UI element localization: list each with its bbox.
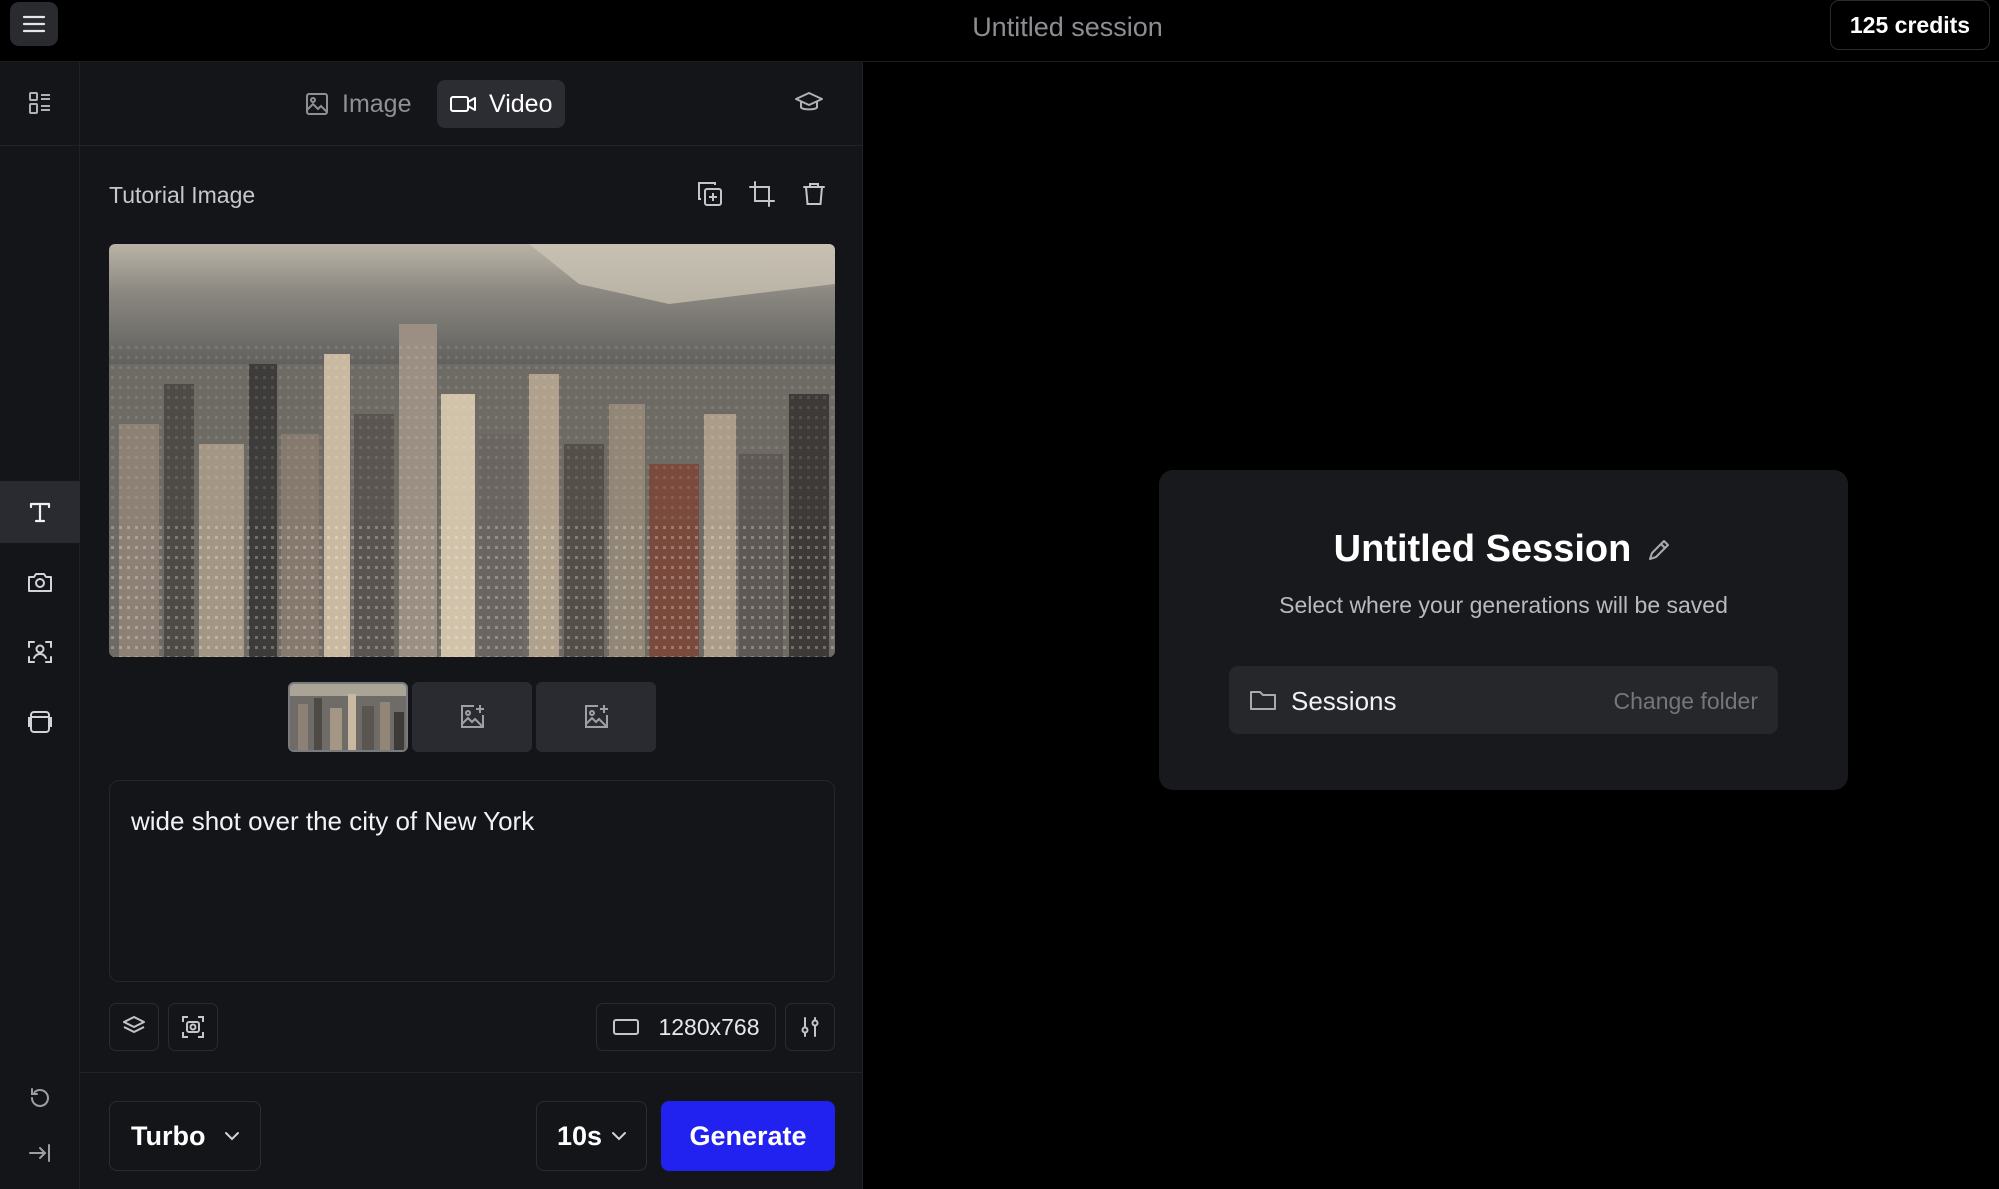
duplicate-button[interactable] [696, 180, 724, 208]
tab-image[interactable]: Image [292, 80, 423, 128]
delete-button[interactable] [800, 180, 828, 208]
folder-selector[interactable]: Sessions Change folder [1229, 666, 1778, 734]
section-title: Tutorial Image [109, 182, 256, 208]
folder-name: Sessions [1291, 686, 1397, 716]
thumbnail-selected-image[interactable] [288, 682, 408, 752]
aspect-ratio-icon [613, 1019, 640, 1035]
resolution-value: 1280x768 [658, 1013, 760, 1040]
collapse-panel-icon [29, 1144, 50, 1162]
duplicate-icon [698, 182, 722, 206]
undo-button[interactable] [0, 1067, 80, 1129]
text-icon [29, 502, 51, 523]
chevron-down-icon [225, 1132, 240, 1141]
face-scan-icon [28, 641, 52, 663]
crop-button[interactable] [748, 180, 776, 208]
undo-icon [31, 1088, 49, 1107]
trash-icon [803, 183, 825, 205]
rail-item-frames[interactable] [0, 691, 80, 753]
tab-image-label: Image [342, 89, 412, 118]
session-card-title-row: Untitled Session [1159, 528, 1848, 571]
folder-icon [1250, 691, 1276, 710]
capture-button[interactable] [168, 1003, 218, 1051]
model-value: Turbo [131, 1120, 206, 1151]
pencil-icon[interactable] [1645, 536, 1673, 564]
camera-icon [28, 573, 52, 592]
session-title[interactable]: Untitled session [0, 12, 1999, 43]
rail-item-camera[interactable] [0, 551, 80, 613]
layout-button[interactable] [0, 72, 80, 134]
graduation-cap-icon [795, 92, 823, 111]
add-image-icon [585, 705, 608, 728]
top-bar: Untitled session 125 credits [0, 0, 1999, 62]
frames-icon [28, 711, 52, 733]
change-folder-link[interactable]: Change folder [1614, 688, 1759, 715]
collapse-panel-button[interactable] [0, 1122, 80, 1184]
prompt-text: wide shot over the city of New York [131, 806, 535, 836]
image-icon [306, 93, 328, 115]
camera-focus-icon [182, 1016, 204, 1038]
rail-item-face-scan[interactable] [0, 621, 80, 683]
panel-header-divider [0, 145, 863, 146]
generate-button[interactable]: Generate [661, 1101, 835, 1171]
duration-value: 10s [557, 1120, 603, 1151]
tutorial-image-preview[interactable] [109, 244, 835, 657]
thumbnail-add-image-1[interactable] [412, 682, 532, 752]
layout-list-icon [29, 92, 50, 114]
prompt-input[interactable]: wide shot over the city of New York [109, 780, 835, 982]
footer-divider [80, 1072, 863, 1073]
tab-video[interactable]: Video [437, 80, 565, 128]
layers-icon [123, 1016, 145, 1033]
credits-badge[interactable]: 125 credits [1830, 0, 1990, 50]
layers-button[interactable] [109, 1003, 159, 1051]
video-camera-icon [450, 96, 476, 112]
add-image-icon [461, 705, 484, 728]
rail-item-text[interactable] [0, 481, 80, 543]
session-card-title: Untitled Session [1333, 528, 1632, 570]
tutorial-button[interactable] [794, 89, 824, 115]
tool-rail [0, 62, 80, 1189]
thumbnail-add-image-2[interactable] [536, 682, 656, 752]
duration-select[interactable]: 10s [536, 1101, 647, 1171]
crop-icon [749, 181, 775, 207]
settings-adjust-button[interactable] [785, 1003, 835, 1051]
model-select[interactable]: Turbo [109, 1101, 261, 1171]
tab-video-label: Video [489, 89, 553, 118]
session-card-subtitle: Select where your generations will be sa… [1279, 592, 1728, 618]
sliders-icon [801, 1017, 819, 1037]
resolution-button[interactable]: 1280x768 [596, 1003, 776, 1051]
chevron-down-icon [612, 1132, 627, 1141]
session-card: Untitled Session Select where your gener… [1159, 470, 1848, 790]
